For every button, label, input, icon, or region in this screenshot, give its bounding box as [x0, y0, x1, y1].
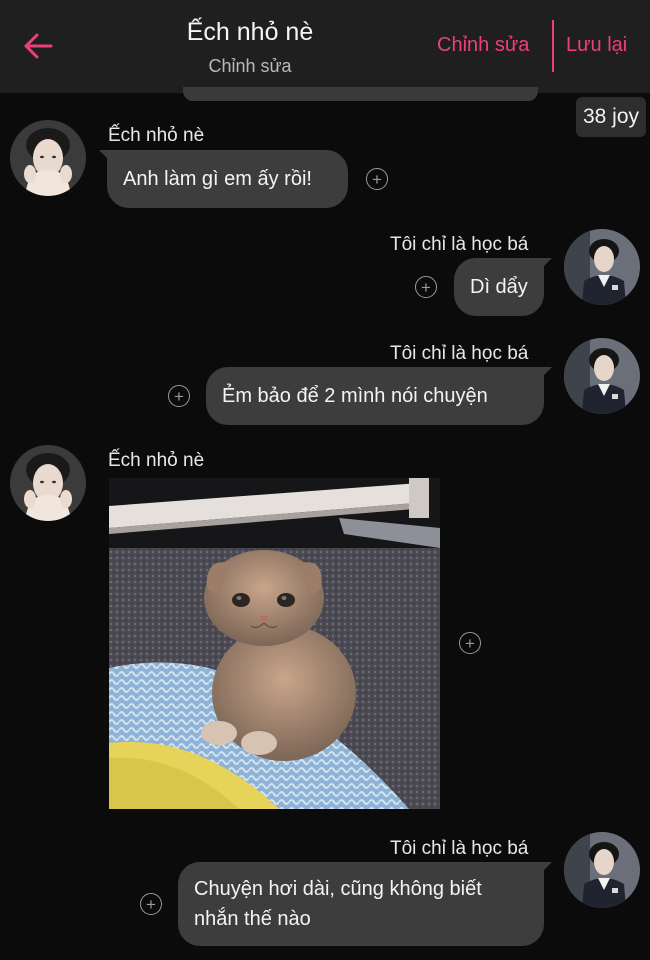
avatar-ech-nho-ne[interactable] — [10, 120, 86, 196]
add-reaction-icon[interactable]: + — [459, 632, 481, 654]
edit-button[interactable]: Chỉnh sửa — [437, 34, 529, 57]
sender-name: Tôi chỉ là học bá — [390, 234, 529, 255]
message-bubble[interactable]: Dì dẩy — [454, 258, 552, 316]
kitten-photo[interactable] — [109, 478, 440, 809]
sender-name: Tôi chỉ là học bá — [390, 343, 529, 364]
top-bar: Ếch nhỏ nè Chỉnh sửa Chỉnh sửa Lưu lại — [0, 0, 650, 93]
sender-name: Tôi chỉ là học bá — [390, 838, 529, 859]
message-text: Chuyện hơi dài, cũng không biết nhắn thế… — [194, 878, 482, 930]
avatar-ech-nho-ne[interactable] — [10, 445, 86, 521]
avatar-toi-chi-la-hoc-ba[interactable] — [564, 338, 640, 414]
sender-name: Ếch nhỏ nè — [108, 450, 205, 471]
message-text: Dì dẩy — [470, 276, 528, 298]
header-divider — [552, 20, 554, 72]
add-reaction-icon[interactable]: + — [415, 276, 437, 298]
joy-badge: 38 joy — [576, 97, 646, 137]
add-reaction-icon[interactable]: + — [366, 168, 388, 190]
chat-editor-screen: Ếch nhỏ nè Chỉnh sửa Chỉnh sửa Lưu lại 3… — [0, 0, 650, 960]
avatar-toi-chi-la-hoc-ba[interactable] — [564, 229, 640, 305]
sender-name: Ếch nhỏ nè — [108, 125, 205, 146]
avatar-toi-chi-la-hoc-ba[interactable] — [564, 832, 640, 908]
previous-bubble-edge — [183, 87, 538, 101]
add-reaction-icon[interactable]: + — [168, 385, 190, 407]
chat-subtitle: Chỉnh sửa — [208, 56, 292, 76]
message-text: Anh làm gì em ấy rồi! — [123, 168, 312, 190]
message-bubble[interactable]: Chuyện hơi dài, cũng không biết nhắn thế… — [178, 862, 552, 946]
message-bubble[interactable]: Anh làm gì em ấy rồi! — [99, 150, 348, 208]
chat-title: Ếch nhỏ nè — [186, 18, 314, 46]
save-button[interactable]: Lưu lại — [566, 34, 627, 57]
add-reaction-icon[interactable]: + — [140, 893, 162, 915]
message-text: Ẻm bảo để 2 mình nói chuyện — [222, 385, 488, 407]
message-bubble[interactable]: Ẻm bảo để 2 mình nói chuyện — [206, 367, 552, 425]
